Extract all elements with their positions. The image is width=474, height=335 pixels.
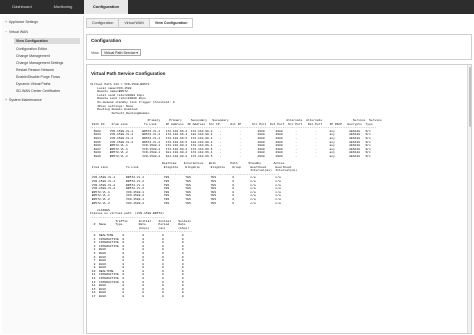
sidebar-group-virtual-wan[interactable]: − Virtual WAN [5,30,28,34]
sidebar-item-configuration-editor[interactable]: Configuration Editor [16,47,47,51]
view-label: View [91,51,99,55]
tab-configuration[interactable]: Configuration [84,0,128,14]
sidebar-item-change-management-settings[interactable]: Change Management Settings [16,61,63,65]
scrollbar-thumb[interactable] [468,67,471,127]
sidebar-item-change-management[interactable]: Change Management [16,54,50,58]
sidebar-item-restart-reason-network[interactable]: Restart Reason Network [16,68,54,72]
scrollbar[interactable] [467,65,471,333]
sidebar-group-label: Appliance Settings [9,20,38,24]
virtual-path-service-title: Virtual Path Service Configuration [91,71,166,76]
tab-dashboard[interactable]: Dashboard [2,0,42,14]
sidebar: + Appliance Settings − Virtual WAN View Co… [2,16,84,334]
sidebar-item-view-configuration[interactable]: View Configuration [14,38,80,44]
configuration-panel-title: Configuration [91,38,122,43]
sidebar-item-enable-disable-purge-flows[interactable]: Enable/Disable Purge Flows [16,75,60,79]
sidebar-group-system-maintenance[interactable]: + System Maintenance [5,98,42,102]
table-row: 17 BULK 0 0 0 0 [90,295,184,299]
config-output: Virtual Path 113 = VCN-1588-BR572 Local … [90,83,382,299]
path-table-header: Primary Primary Secondary Secondary Alte… [90,118,382,122]
sidebar-item-sdwan-center-certificates[interactable]: SD-WAN Center Certificates [16,89,60,93]
configuration-panel: Configuration View Virtual Path Service … [86,34,472,60]
main-content: Configuration Virtual WAN View Configurati… [86,16,472,334]
table-row: 6869 BR572-VL-2 VCN-1588-2 181.110.90.2 … [90,154,371,158]
sidebar-group-label: System Maintenance [9,98,42,102]
sidebar-group-appliance-settings[interactable]: + Appliance Settings [5,20,38,24]
breadcrumb-configuration[interactable]: Configuration [86,18,120,28]
breadcrumb: Configuration Virtual WAN View Configurati… [86,18,194,28]
view-select-value: Virtual Path Service [104,51,136,55]
virtual-path-service-panel: Virtual Path Service Configuration Virtu… [86,64,472,334]
table-row: 6864 VCN-1588-VL-2 BR572-VL-1 172.110.66… [90,136,371,140]
view-select[interactable]: Virtual Path Service ▾ [101,49,141,56]
breadcrumb-virtual-wan[interactable]: Virtual WAN [118,18,150,28]
breadcrumb-view-configuration: View Configuration [148,18,194,28]
tab-monitoring[interactable]: Monitoring [43,0,83,14]
top-navigation-bar: Dashboard Monitoring Configuration [0,0,474,14]
chevron-down-icon: ▾ [136,51,138,55]
sidebar-item-dynamic-virtual-paths[interactable]: Dynamic Virtual Paths [16,82,50,86]
sidebar-group-label: Virtual WAN [9,30,28,34]
